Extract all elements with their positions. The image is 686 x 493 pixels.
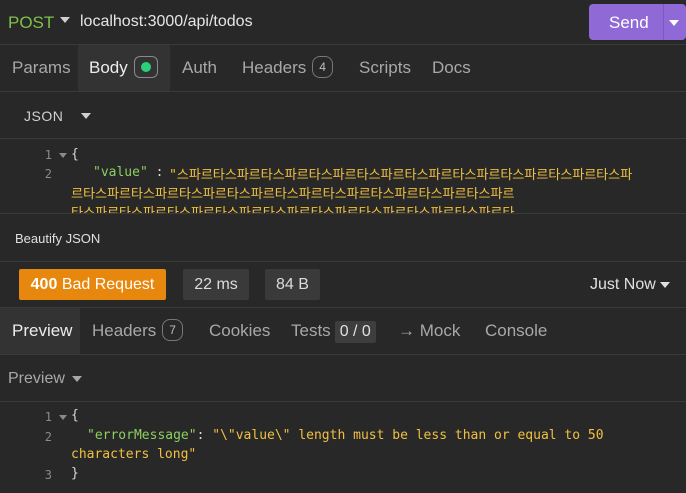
tab-body[interactable]: Body [78, 45, 170, 91]
method-chevron-down-icon[interactable] [60, 17, 70, 23]
tab-params-label: Params [12, 58, 71, 77]
response-tabs: Preview Headers 7 Cookies Tests 0 / 0 → Mo… [0, 308, 686, 355]
tab-scripts[interactable]: Scripts [359, 45, 411, 91]
tab-preview[interactable]: Preview [0, 308, 80, 354]
tab-docs-label: Docs [432, 58, 471, 77]
fold-chevron-down-icon[interactable] [59, 153, 67, 158]
line-number: 3 [44, 468, 52, 482]
json-string-value: "\"value\" length must be less than or e… [212, 428, 604, 443]
tab-tests[interactable]: Tests 0 / 0 [291, 308, 376, 354]
body-active-dot-icon [133, 55, 158, 78]
tab-cookies-label: Cookies [209, 321, 271, 340]
line-number: 1 [44, 410, 52, 424]
tab-scripts-label: Scripts [359, 58, 411, 77]
send-options-chevron-down-icon[interactable] [669, 20, 679, 26]
headers-count-badge: 4 [312, 55, 333, 78]
line-number: 2 [44, 430, 52, 444]
body-type-chevron-down-icon [81, 113, 91, 119]
line-number: 1 [44, 148, 52, 162]
tab-console[interactable]: Console [485, 308, 547, 354]
send-divider [663, 4, 664, 40]
preview-mode-selector[interactable]: Preview [0, 355, 686, 402]
tab-mock-label: → Mock [398, 321, 461, 340]
line-number: 2 [44, 167, 52, 181]
open-brace: { [71, 147, 79, 162]
response-headers-count-badge: 7 [162, 318, 183, 341]
tab-params[interactable]: Params [0, 45, 78, 91]
response-size-badge: 84 B [265, 269, 320, 300]
json-string-value-wrap: 르타스파르타스파르타스파르타스파르타스파르타스파르타스파르타스파르타스파르 [71, 187, 515, 202]
preview-mode-label: Preview [8, 370, 65, 387]
json-string-value-wrap: characters long" [71, 447, 197, 462]
status-text: Bad Request [61, 276, 155, 293]
tab-cookies[interactable]: Cookies [209, 308, 270, 354]
tab-response-headers[interactable]: Headers 7 [92, 308, 183, 354]
tab-auth-label: Auth [182, 58, 217, 77]
fold-chevron-down-icon[interactable] [59, 415, 67, 420]
url-bar: POST localhost:3000/api/todos Send [0, 0, 686, 45]
tab-headers-label: Headers [242, 58, 307, 77]
tab-mock[interactable]: → Mock [398, 308, 460, 354]
json-string-value-wrap: 타스파르타스파르타스파르타스파르타스파르타스파르타스파르타스파르타스파르타 [71, 202, 657, 213]
status-badge: 400 Bad Request [19, 269, 166, 300]
json-colon: : [147, 165, 172, 180]
tab-docs[interactable]: Docs [432, 45, 471, 91]
response-status-bar: 400 Bad Request 22 ms 84 B Just Now [0, 261, 686, 308]
tab-headers[interactable]: Headers 4 [242, 45, 333, 91]
json-string-value: "스파르타스파르타스파르타스파르타스파르타스파르타스파르타스파르타스파르타스파 [169, 168, 633, 183]
response-history-dropdown[interactable]: Just Now [590, 276, 656, 294]
request-body-editor[interactable]: 1 { 2 "value" : "스파르타스파르타스파르타스파르타스파르타스파르… [0, 139, 686, 213]
body-type-selector[interactable]: JSON [0, 92, 686, 139]
response-body-viewer[interactable]: 1 { 2 "errorMessage": "\"value\" length … [0, 402, 686, 493]
open-brace: { [71, 408, 79, 423]
request-tabs: Params Body Auth Headers 4 Scripts Docs [0, 45, 686, 92]
preview-mode-chevron-down-icon [72, 376, 82, 382]
http-method-select[interactable]: POST [8, 13, 54, 33]
json-key: "value" [93, 165, 148, 180]
json-colon: : [196, 428, 213, 443]
beautify-json-button[interactable]: Beautify JSON [15, 231, 100, 246]
tab-console-label: Console [485, 321, 548, 340]
tests-count-badge: 0 / 0 [334, 321, 376, 343]
send-button-label: Send [609, 13, 649, 32]
tab-auth[interactable]: Auth [182, 45, 217, 91]
tab-body-label: Body [89, 58, 128, 77]
url-input[interactable]: localhost:3000/api/todos [80, 13, 253, 31]
json-key: "errorMessage" [87, 428, 197, 443]
tab-preview-label: Preview [12, 321, 73, 340]
tab-tests-label: Tests [291, 321, 331, 340]
body-type-label: JSON [24, 108, 64, 124]
status-code: 400 [30, 276, 58, 293]
send-button[interactable]: Send [589, 4, 686, 40]
history-chevron-down-icon[interactable] [660, 282, 670, 288]
tab-response-headers-label: Headers [92, 321, 157, 340]
close-brace: } [71, 466, 79, 481]
response-time-badge: 22 ms [183, 269, 249, 300]
editor-footer: Beautify JSON [0, 213, 686, 262]
